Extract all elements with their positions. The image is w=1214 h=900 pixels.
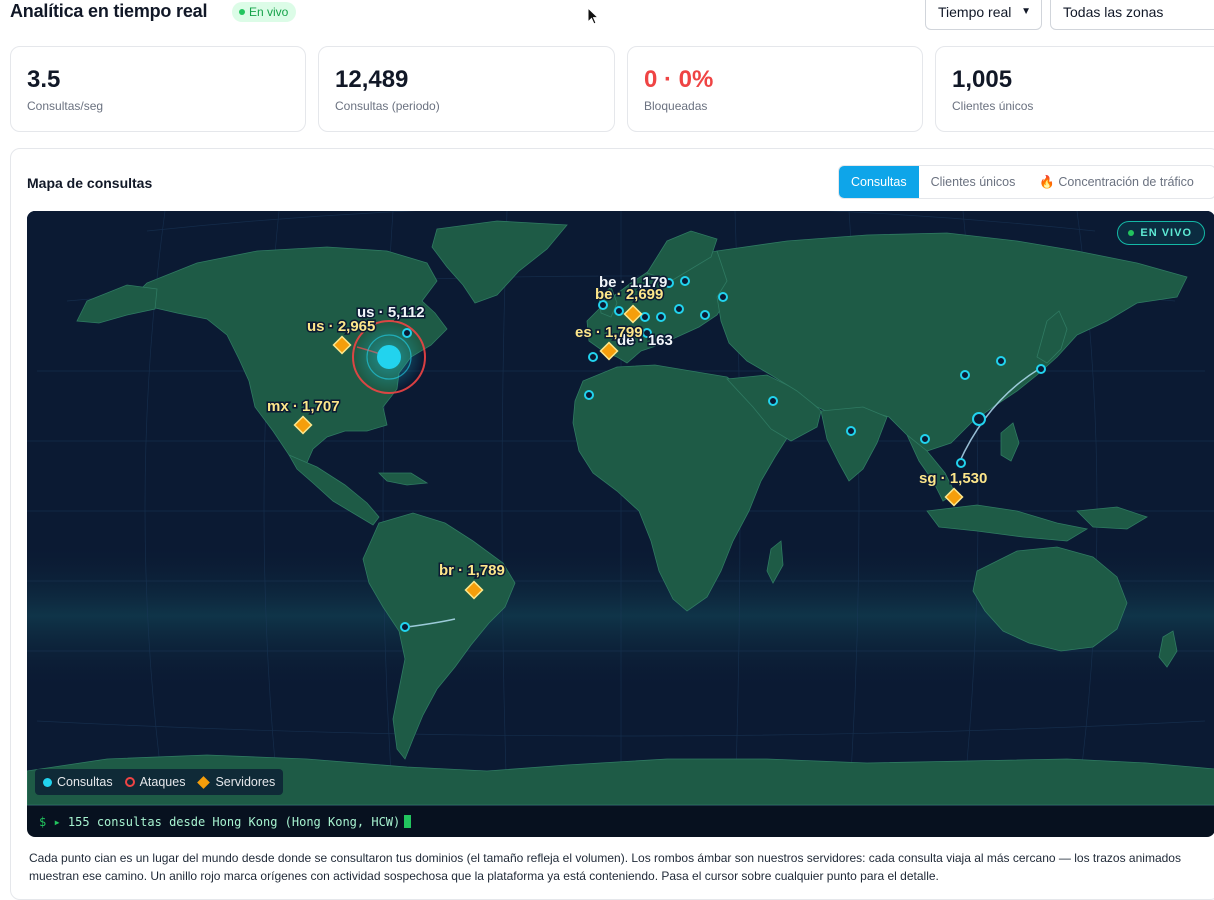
terminal-message: 155 consultas desde Hong Kong (Hong Kong… (67, 815, 401, 829)
legend-label: Ataques (139, 775, 186, 789)
time-range-value: Tiempo real (938, 4, 1012, 20)
query-dot[interactable] (656, 312, 666, 322)
query-map-card: Mapa de consultas Consultas Clientes úni… (10, 148, 1214, 900)
world-map[interactable]: us · 5,112 us · 2,965 mx · 1,707 be · 1,… (27, 211, 1214, 805)
stats-row: 3.5 Consultas/seg 12,489 Consultas (peri… (10, 46, 1214, 132)
query-dot[interactable] (956, 458, 966, 468)
query-dot[interactable] (846, 426, 856, 436)
stat-card-unique-clients: 1,005 Clientes únicos (935, 46, 1214, 132)
legend-item-attacks: Ataques (124, 775, 186, 789)
header: Analítica en tiempo real En vivo Tiempo … (10, 0, 1214, 30)
legend-item-queries: Consultas (43, 775, 113, 789)
query-dot[interactable] (614, 306, 624, 316)
legend-item-servers: Servidores (197, 775, 275, 789)
query-dot[interactable] (402, 328, 412, 338)
live-dot-icon (239, 9, 245, 15)
red-ring-icon (124, 777, 135, 787)
time-range-select[interactable]: Tiempo real ▼ (925, 0, 1042, 30)
cyan-dot-icon (43, 777, 52, 787)
amber-diamond-icon (197, 775, 211, 789)
query-dot[interactable] (400, 622, 410, 632)
live-dot-icon (1128, 230, 1135, 236)
query-dot-us[interactable] (377, 345, 401, 369)
legend-label: Servidores (215, 775, 276, 789)
live-status-badge: En vivo (232, 2, 297, 22)
query-dot[interactable] (674, 304, 684, 314)
stat-label: Consultas (periodo) (335, 99, 440, 113)
query-dot[interactable] (718, 292, 728, 302)
stat-card-total-queries: 12,489 Consultas (periodo) (318, 46, 615, 132)
map-legend: Consultas Ataques Servidores (35, 769, 284, 795)
label-es-server: es · 1,799 (575, 324, 643, 341)
label-br-server: br · 1,789 (439, 562, 505, 579)
terminal-cursor-icon (404, 815, 412, 828)
stat-label: Consultas/seg (27, 99, 104, 113)
map-title: Mapa de consultas (27, 175, 153, 191)
label-us-server: us · 2,965 (307, 318, 375, 335)
query-dot[interactable] (588, 352, 598, 362)
query-dot[interactable] (768, 396, 778, 406)
activity-terminal: $ ▸ 155 consultas desde Hong Kong (Hong … (27, 805, 1214, 837)
stat-value: 1,005 (952, 66, 1013, 93)
stat-label: Bloqueadas (644, 99, 708, 113)
zone-value: Todas las zonas (1063, 4, 1164, 20)
tab-traffic-concentration[interactable]: 🔥 Concentración de tráfico (1027, 166, 1206, 198)
map-live-indicator: EN VIVO (1117, 221, 1205, 245)
query-dot[interactable] (680, 276, 690, 286)
query-dot-hk[interactable] (972, 412, 986, 426)
chevron-down-icon: ▼ (1021, 6, 1031, 17)
query-dot[interactable] (920, 434, 930, 444)
map-mode-tabs: Consultas Clientes únicos 🔥 Concentració… (838, 165, 1214, 199)
tab-unique-clients[interactable]: Clientes únicos (919, 166, 1028, 198)
label-sg-server: sg · 1,530 (919, 470, 987, 487)
world-map-canvas[interactable]: us · 5,112 us · 2,965 mx · 1,707 be · 1,… (27, 211, 1214, 805)
query-dot[interactable] (700, 310, 710, 320)
query-dot[interactable] (996, 356, 1006, 366)
stat-card-blocked: 0 · 0% Bloqueadas (627, 46, 923, 132)
page-title: Analítica en tiempo real (10, 1, 208, 21)
live-badge-label: En vivo (249, 5, 289, 19)
label-mx-server: mx · 1,707 (267, 398, 340, 415)
stat-value: 3.5 (27, 66, 61, 93)
stat-value: 0 · 0% (644, 66, 714, 93)
mouse-pointer-icon (587, 7, 599, 25)
map-description: Cada punto cian es un lugar del mundo de… (29, 851, 1181, 883)
label-be-server: be · 2,699 (595, 286, 663, 303)
query-dot[interactable] (1036, 364, 1046, 374)
query-dot[interactable] (584, 390, 594, 400)
stat-value: 12,489 (335, 66, 409, 93)
stat-label: Clientes únicos (952, 99, 1034, 113)
legend-label: Consultas (57, 775, 113, 789)
terminal-prompt: $ ▸ (39, 815, 61, 829)
stat-card-qps: 3.5 Consultas/seg (10, 46, 306, 132)
zone-select[interactable]: Todas las zonas (1050, 0, 1214, 30)
map-live-label: EN VIVO (1140, 227, 1192, 239)
query-dot[interactable] (960, 370, 970, 380)
tab-queries[interactable]: Consultas (839, 166, 919, 198)
